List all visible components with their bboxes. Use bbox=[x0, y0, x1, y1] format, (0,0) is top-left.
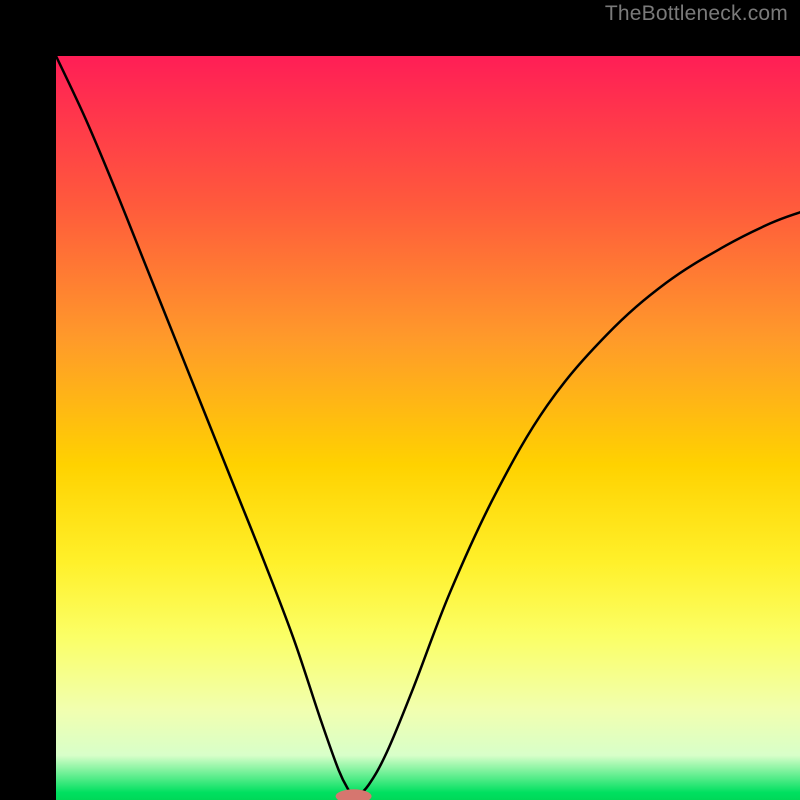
curve-left-branch bbox=[56, 56, 354, 800]
curve-group bbox=[56, 56, 800, 800]
curve-right-branch bbox=[354, 212, 800, 800]
notch-marker bbox=[336, 789, 372, 800]
chart-plot-area bbox=[56, 56, 800, 800]
chart-svg bbox=[56, 56, 800, 800]
chart-frame bbox=[0, 0, 800, 800]
watermark-text: TheBottleneck.com bbox=[605, 2, 788, 26]
